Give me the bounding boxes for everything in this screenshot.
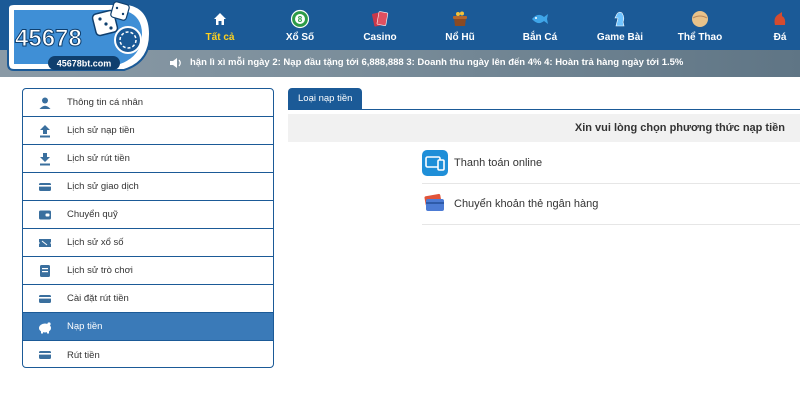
method-label: Chuyển khoản thẻ ngân hàng	[454, 198, 599, 210]
chess-knight-icon	[609, 8, 631, 30]
sport-ball-icon	[689, 8, 711, 30]
main-nav: Tất cả 8 Xổ Số Casino Nổ Hũ Bắn Cá Game …	[180, 0, 800, 50]
svg-text:8: 8	[298, 15, 303, 24]
slot-pot-icon	[449, 8, 471, 30]
bank-transfer-icon	[422, 191, 454, 217]
nav-label: Bắn Cá	[522, 31, 558, 43]
sidebar-item-label: Cài đặt rút tiền	[67, 293, 129, 304]
nav-label: Tất cả	[205, 31, 235, 43]
sidebar-item-label: Nạp tiền	[67, 321, 103, 332]
sidebar-item-withdraw-settings[interactable]: Cài đặt rút tiền	[23, 285, 273, 313]
sidebar-item-deposit[interactable]: Nạp tiền	[23, 313, 273, 341]
sidebar-item-withdraw[interactable]: Rút tiền	[23, 341, 273, 367]
logo-domain: 45678bt.com	[57, 59, 112, 69]
sidebar-item-deposit-history[interactable]: Lịch sử nạp tiền	[23, 117, 273, 145]
online-payment-icon	[422, 150, 454, 176]
home-icon	[209, 8, 231, 30]
choose-method-bar: Xin vui lòng chọn phương thức nạp tiền	[288, 114, 800, 142]
nav-item-casino[interactable]: Casino	[340, 0, 420, 50]
nav-label: Nổ Hũ	[445, 31, 475, 43]
method-online-payment[interactable]: Thanh toán online	[422, 143, 800, 184]
upload-icon	[23, 124, 67, 138]
nav-label: Xổ Số	[285, 31, 315, 43]
withdraw-card-icon	[23, 348, 67, 362]
sidebar-item-lottery-history[interactable]: Lịch sử xổ số	[23, 229, 273, 257]
sidebar-item-label: Thông tin cá nhân	[67, 97, 144, 108]
cockfight-icon	[769, 8, 791, 30]
logo-text: 45678	[15, 25, 82, 52]
bank-card-icon	[23, 292, 67, 306]
sidebar-item-withdraw-history[interactable]: Lịch sử rút tiền	[23, 145, 273, 173]
sidebar-item-fund-transfer[interactable]: Chuyển quỹ	[23, 201, 273, 229]
user-icon	[23, 96, 67, 110]
sidebar-item-label: Lịch sử trò chơi	[67, 265, 133, 276]
marquee-text: hận lì xì mỗi ngày 2: Nạp đầu tặng tới 6…	[190, 57, 684, 68]
sidebar-item-game-history[interactable]: Lịch sử trò chơi	[23, 257, 273, 285]
piggy-bank-icon	[23, 320, 67, 334]
lottery-ball-icon: 8	[289, 8, 311, 30]
nav-item-lottery[interactable]: 8 Xổ Số	[260, 0, 340, 50]
sidebar-item-label: Lịch sử rút tiền	[67, 153, 130, 164]
nav-item-cockfight[interactable]: Đá	[740, 0, 800, 50]
fish-icon	[529, 8, 551, 30]
nav-label: Game Bài	[596, 31, 644, 43]
nav-label: Casino	[363, 31, 397, 43]
account-sidebar: Thông tin cá nhân Lịch sử nạp tiền Lịch …	[22, 88, 274, 368]
nav-label: Đá	[773, 31, 787, 43]
deposit-tab-row: Loại nạp tiền	[288, 88, 800, 110]
sidebar-item-label: Lịch sử giao dịch	[67, 181, 139, 192]
card-icon	[23, 180, 67, 194]
sidebar-item-label: Rút tiền	[67, 349, 100, 361]
sidebar-item-profile[interactable]: Thông tin cá nhân	[23, 89, 273, 117]
game-history-icon	[23, 264, 67, 278]
method-label: Thanh toán online	[454, 157, 543, 169]
sidebar-item-label: Lịch sử nạp tiền	[67, 125, 135, 136]
sidebar-item-transaction-history[interactable]: Lịch sử giao dịch	[23, 173, 273, 201]
lottery-ticket-icon	[23, 236, 67, 250]
nav-label: Thể Thao	[677, 31, 723, 43]
tab-deposit-type[interactable]: Loại nạp tiền	[288, 88, 363, 110]
playing-cards-icon	[369, 8, 391, 30]
sidebar-item-label: Chuyển quỹ	[67, 209, 118, 220]
method-bank-transfer[interactable]: Chuyển khoản thẻ ngân hàng	[422, 184, 800, 225]
wallet-icon	[23, 208, 67, 222]
sidebar-item-label: Lịch sử xổ số	[67, 237, 124, 248]
speaker-icon	[169, 56, 183, 70]
nav-item-sports[interactable]: Thể Thao	[660, 0, 740, 50]
nav-item-slots[interactable]: Nổ Hũ	[420, 0, 500, 50]
download-icon	[23, 152, 67, 166]
nav-item-all[interactable]: Tất cả	[180, 0, 260, 50]
site-logo[interactable]: 45678 45678bt.com	[0, 0, 165, 78]
nav-item-fishing[interactable]: Bắn Cá	[500, 0, 580, 50]
nav-item-card-games[interactable]: Game Bài	[580, 0, 660, 50]
choose-method-heading: Xin vui lòng chọn phương thức nạp tiền	[574, 122, 785, 134]
